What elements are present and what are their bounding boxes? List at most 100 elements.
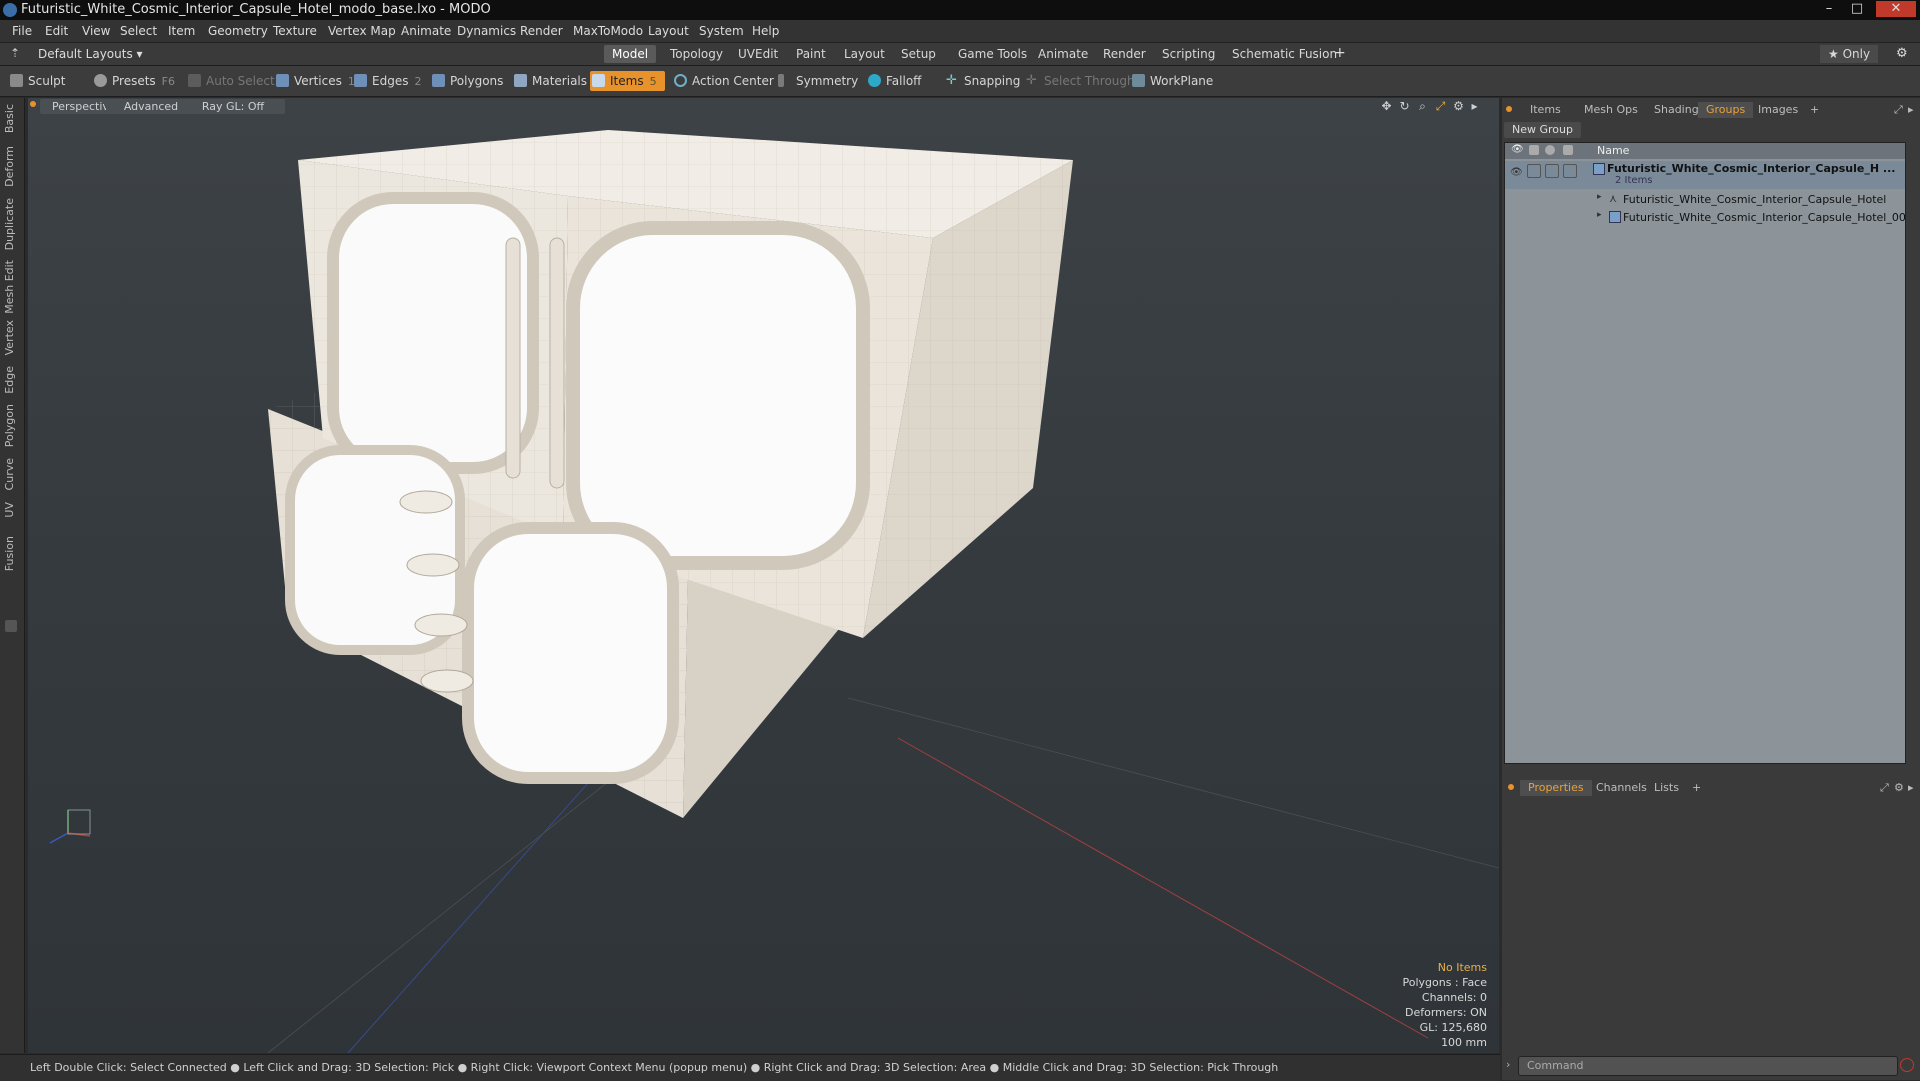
fit-view-icon[interactable]: ⤢ xyxy=(1434,100,1447,113)
tab-mesh-ops[interactable]: Mesh Ops xyxy=(1576,102,1646,118)
falloff-button[interactable]: Falloff xyxy=(866,71,921,91)
vtab-deform[interactable]: Deform xyxy=(3,146,21,187)
tab-uvedit[interactable]: UVEdit xyxy=(730,45,786,63)
layout-arrow-icon[interactable]: ⇡ xyxy=(10,46,20,60)
tab-lists[interactable]: Lists xyxy=(1646,780,1687,796)
menu-layout[interactable]: Layout xyxy=(648,24,689,38)
snapping-button[interactable]: ✛ Snapping xyxy=(944,71,1020,91)
minimize-button[interactable]: – xyxy=(1816,1,1842,17)
menu-geometry[interactable]: Geometry xyxy=(208,24,268,38)
vtab-uv[interactable]: UV xyxy=(3,502,21,518)
tab-paint[interactable]: Paint xyxy=(788,45,834,63)
select-column-icon[interactable] xyxy=(1563,145,1573,155)
tab-model[interactable]: Model xyxy=(604,45,657,63)
groups-list[interactable]: 👁 Name 👁 Futuristic_White_Cosmic_Interio… xyxy=(1504,142,1906,764)
only-toggle[interactable]: ★ Only xyxy=(1820,45,1879,63)
vtab-duplicate[interactable]: Duplicate xyxy=(3,198,21,250)
vtab-edge[interactable]: Edge xyxy=(3,366,21,394)
sculpt-button[interactable]: Sculpt xyxy=(8,71,65,91)
tab-groups[interactable]: Groups xyxy=(1698,102,1754,118)
edges-button[interactable]: Edges 2 xyxy=(352,71,421,91)
add-props-tab-button[interactable]: + xyxy=(1684,780,1709,796)
group-row[interactable]: 👁 Futuristic_White_Cosmic_Interior_Capsu… xyxy=(1505,161,1905,189)
props-menu-icon[interactable]: ▸ xyxy=(1908,781,1914,794)
vtab-curve[interactable]: Curve xyxy=(3,458,21,490)
viewport-dot-icon[interactable] xyxy=(30,101,36,107)
menu-vertex-map[interactable]: Vertex Map xyxy=(328,24,396,38)
list-item[interactable]: ▸ ⋏ Futuristic_White_Cosmic_Interior_Cap… xyxy=(1505,191,1905,209)
close-button[interactable]: ✕ xyxy=(1876,1,1916,17)
render-column-icon[interactable] xyxy=(1529,145,1539,155)
menu-texture[interactable]: Texture xyxy=(273,24,317,38)
render-toggle[interactable] xyxy=(1527,164,1541,178)
presets-button[interactable]: Presets F6 xyxy=(92,71,175,91)
workplane-button[interactable]: WorkPlane xyxy=(1130,71,1213,91)
lock-toggle[interactable] xyxy=(1545,164,1559,178)
menu-system[interactable]: System xyxy=(699,24,744,38)
raygl-toggle[interactable]: Ray GL: Off xyxy=(181,99,285,114)
visibility-eye-icon[interactable]: 👁 xyxy=(1510,167,1523,178)
tab-properties[interactable]: Properties xyxy=(1520,780,1592,796)
new-group-button[interactable]: New Group xyxy=(1504,122,1581,138)
select-through-button[interactable]: ✛ Select Through xyxy=(1024,71,1135,91)
menu-animate[interactable]: Animate xyxy=(401,24,451,38)
eye-column-icon[interactable]: 👁 xyxy=(1511,144,1524,155)
panel-dot-icon[interactable] xyxy=(1506,106,1512,112)
menu-view[interactable]: View xyxy=(82,24,110,38)
expand-arrow-icon[interactable]: ▸ xyxy=(1597,210,1602,220)
menu-file[interactable]: File xyxy=(12,24,32,38)
props-gear-icon[interactable]: ⚙ xyxy=(1894,781,1904,794)
viewport-menu-icon[interactable]: ▸ xyxy=(1468,100,1481,113)
props-expand-icon[interactable]: ⤢ xyxy=(1880,781,1889,795)
vtab-fusion[interactable]: Fusion xyxy=(3,536,21,571)
menu-edit[interactable]: Edit xyxy=(45,24,68,38)
panel-menu-icon[interactable]: ▸ xyxy=(1908,103,1914,116)
vtab-vertex[interactable]: Vertex xyxy=(3,320,21,355)
menu-dynamics[interactable]: Dynamics xyxy=(457,24,516,38)
tab-game-tools[interactable]: Game Tools xyxy=(950,45,1035,63)
tab-channels[interactable]: Channels xyxy=(1588,780,1655,796)
vertices-button[interactable]: Vertices 1 xyxy=(274,71,355,91)
panel-toggle-icon[interactable] xyxy=(5,620,17,632)
items-button[interactable]: Items 5 xyxy=(590,71,665,91)
rotate-view-icon[interactable]: ↻ xyxy=(1398,100,1411,113)
expand-icon[interactable]: ⤢ xyxy=(1894,103,1903,117)
tab-animate[interactable]: Animate xyxy=(1030,45,1096,63)
viewport-settings-icon[interactable]: ⚙ xyxy=(1452,100,1465,113)
vtab-mesh-edit[interactable]: Mesh Edit xyxy=(3,260,21,314)
tab-images[interactable]: Images xyxy=(1750,102,1806,118)
tab-setup[interactable]: Setup xyxy=(893,45,944,63)
auto-select-button[interactable]: Auto Select xyxy=(186,71,275,91)
tab-render[interactable]: Render xyxy=(1095,45,1154,63)
tab-schematic-fusion[interactable]: Schematic Fusion xyxy=(1224,45,1345,63)
tab-topology[interactable]: Topology xyxy=(662,45,731,63)
name-column-header[interactable]: Name xyxy=(1597,144,1629,157)
gear-icon[interactable]: ⚙ xyxy=(1896,46,1908,61)
add-tab-button[interactable]: + xyxy=(1334,45,1346,61)
action-center-button[interactable]: Action Center xyxy=(672,71,774,91)
symmetry-button[interactable]: Symmetry xyxy=(776,71,858,91)
list-item[interactable]: ▸ Futuristic_White_Cosmic_Interior_Capsu… xyxy=(1505,209,1905,227)
menu-render[interactable]: Render xyxy=(520,24,563,38)
layout-selector[interactable]: Default Layouts ▾ xyxy=(38,47,143,61)
lock-column-icon[interactable] xyxy=(1545,145,1555,155)
vtab-polygon[interactable]: Polygon xyxy=(3,404,21,447)
menu-item[interactable]: Item xyxy=(168,24,195,38)
vtab-basic[interactable]: Basic xyxy=(3,104,21,133)
3d-viewport[interactable]: Perspective Advanced Ray GL: Off ✥ ↻ ⌕ ⤢… xyxy=(28,98,1499,1053)
tab-items[interactable]: Items xyxy=(1522,102,1569,118)
tab-layout[interactable]: Layout xyxy=(836,45,893,63)
select-toggle[interactable] xyxy=(1563,164,1577,178)
move-view-icon[interactable]: ✥ xyxy=(1380,100,1393,113)
polygons-button[interactable]: Polygons xyxy=(430,71,503,91)
tab-scripting[interactable]: Scripting xyxy=(1154,45,1223,63)
command-input[interactable]: Command xyxy=(1518,1056,1898,1076)
menu-help[interactable]: Help xyxy=(752,24,779,38)
menu-maxtomodo[interactable]: MaxToModo xyxy=(573,24,643,38)
menu-select[interactable]: Select xyxy=(120,24,157,38)
record-icon[interactable] xyxy=(1900,1058,1914,1072)
expand-arrow-icon[interactable]: ▸ xyxy=(1597,192,1602,202)
props-dot-icon[interactable] xyxy=(1508,784,1514,790)
zoom-view-icon[interactable]: ⌕ xyxy=(1416,100,1429,113)
materials-button[interactable]: Materials xyxy=(512,71,587,91)
